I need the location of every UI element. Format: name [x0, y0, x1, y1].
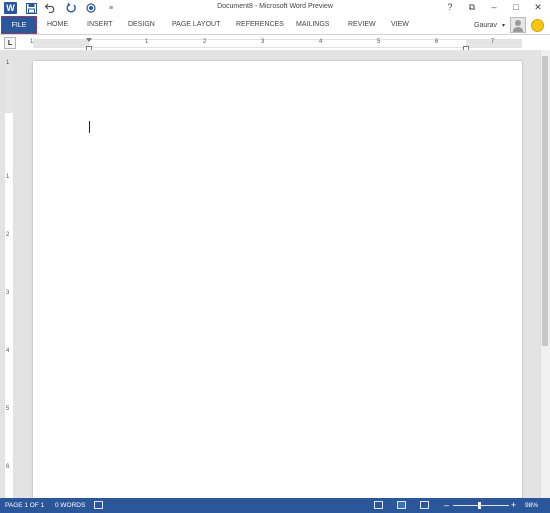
word-count[interactable]: 0 WORDS	[55, 502, 85, 509]
user-name[interactable]: Gaurav	[474, 22, 497, 29]
send-feedback-smiley-icon[interactable]	[531, 18, 544, 32]
maximize-icon[interactable]: □	[510, 2, 522, 13]
avatar[interactable]	[510, 17, 526, 33]
user-account[interactable]: Gaurav ▾	[474, 16, 544, 34]
horizontal-ruler[interactable]: 1 1 2 3 4 5 6 7	[30, 38, 522, 51]
tab-view[interactable]: VIEW	[391, 21, 409, 28]
tab-design[interactable]: DESIGN	[128, 21, 155, 28]
scrollbar-thumb[interactable]	[542, 56, 548, 346]
vertical-ruler[interactable]: 1 1 2 3 4 5 6	[4, 58, 14, 498]
zoom-level[interactable]: 98%	[525, 502, 538, 509]
ruler-number: 6	[6, 464, 10, 470]
ruler-number: 3	[261, 39, 265, 45]
page-count[interactable]: PAGE 1 OF 1	[5, 502, 44, 509]
print-layout-icon[interactable]	[397, 501, 406, 509]
ruler-number: 1	[6, 174, 10, 180]
ribbon-display-options-icon[interactable]: ⧉	[466, 2, 478, 13]
window-controls: ? ⧉ – □ ✕	[444, 2, 544, 13]
tab-home[interactable]: HOME	[47, 21, 68, 28]
web-layout-icon[interactable]	[420, 501, 429, 509]
ruler-left-margin	[33, 40, 89, 47]
text-cursor	[89, 121, 90, 133]
ruler-number: 2	[6, 232, 10, 238]
ruler-number: 5	[6, 406, 10, 412]
document-page[interactable]	[33, 61, 522, 501]
help-icon[interactable]: ?	[444, 2, 456, 13]
tab-review[interactable]: REVIEW	[348, 21, 376, 28]
zoom-in-button[interactable]: +	[511, 500, 516, 510]
ruler-number: 3	[6, 290, 10, 296]
zoom-slider-thumb[interactable]	[478, 502, 481, 509]
ruler-number: 1	[6, 60, 10, 66]
read-mode-icon[interactable]	[374, 501, 383, 509]
status-bar: PAGE 1 OF 1 0 WORDS – + 98%	[0, 498, 550, 513]
ruler-number: 7	[491, 39, 495, 45]
ribbon-tab-bar: FILE HOME INSERT DESIGN PAGE LAYOUT REFE…	[0, 16, 550, 35]
zoom-slider[interactable]	[453, 505, 509, 506]
horizontal-ruler-row: L 1 1 2 3 4 5 6 7	[0, 36, 550, 51]
zoom-out-button[interactable]: –	[444, 500, 449, 510]
tab-page-layout[interactable]: PAGE LAYOUT	[172, 21, 220, 28]
first-line-indent-marker[interactable]	[86, 38, 92, 42]
tab-mailings[interactable]: MAILINGS	[296, 21, 329, 28]
tab-file[interactable]: FILE	[1, 16, 37, 34]
ruler-number: 5	[377, 39, 381, 45]
ruler-number: 1	[145, 39, 149, 45]
ruler-number: 4	[319, 39, 323, 45]
ruler-number: 2	[203, 39, 207, 45]
ruler-number: 6	[435, 39, 439, 45]
vertical-scrollbar[interactable]	[540, 50, 550, 498]
tab-references[interactable]: REFERENCES	[236, 21, 284, 28]
ruler-top-margin	[5, 58, 13, 113]
chevron-down-icon[interactable]: ▾	[502, 22, 505, 29]
minimize-icon[interactable]: –	[488, 2, 500, 13]
proofing-icon[interactable]	[94, 501, 103, 509]
tab-insert[interactable]: INSERT	[87, 21, 113, 28]
close-icon[interactable]: ✕	[532, 2, 544, 13]
ruler-number: 1	[30, 39, 34, 45]
title-bar: W ≡ Document8 - Microsoft Word Preview ?…	[0, 0, 550, 16]
document-canvas: 1 1 2 3 4 5 6	[0, 50, 550, 501]
ruler-number: 4	[6, 348, 10, 354]
tab-selector[interactable]: L	[4, 37, 16, 49]
